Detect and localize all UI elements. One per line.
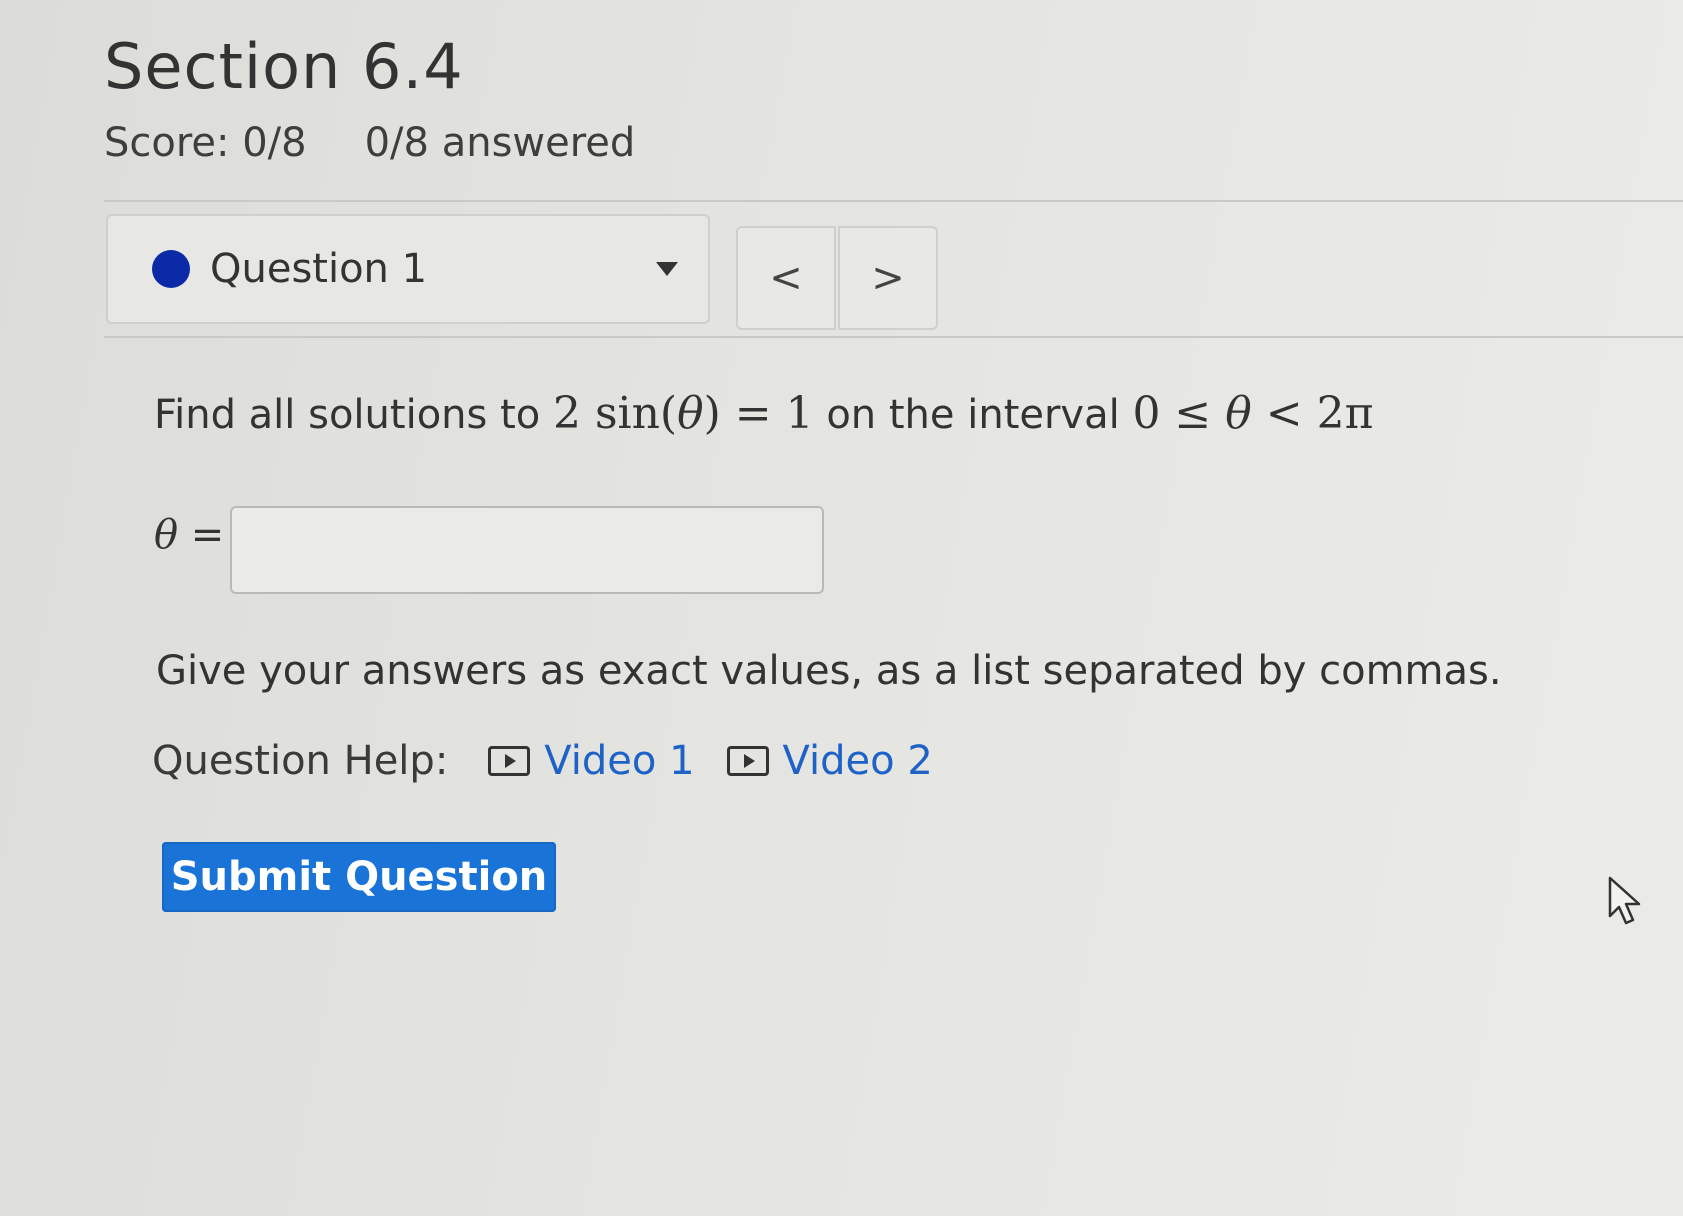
prompt-middle: on the interval (813, 392, 1133, 438)
interval-variable: θ (1225, 388, 1252, 439)
video-1-link[interactable]: Video 1 (488, 738, 695, 784)
interval-left: 0 ≤ (1132, 388, 1226, 439)
question-prompt: Find all solutions to 2 sin(θ) = 1 on th… (154, 388, 1374, 439)
mouse-pointer-icon (1608, 876, 1641, 925)
question-dropdown[interactable]: Question 1 (106, 214, 710, 324)
score-text: Score: 0/8 (104, 120, 307, 166)
question-help-label: Question Help: (152, 738, 449, 784)
question-dropdown-label: Question 1 (210, 246, 428, 292)
answered-count: 0/8 answered (364, 120, 636, 166)
prompt-prefix: Find all solutions to (154, 392, 553, 438)
video-2-link[interactable]: Video 2 (726, 738, 933, 784)
answer-instructions: Give your answers as exact values, as a … (156, 648, 1502, 694)
chevron-right-icon: > (871, 255, 905, 301)
question-status-dot (152, 250, 190, 288)
next-question-button[interactable]: > (838, 226, 938, 330)
equation-coefficient: 2 (552, 388, 581, 439)
equation-rhs: ) = 1 (703, 388, 814, 439)
answer-label-variable: θ (154, 512, 179, 558)
submit-question-button[interactable]: Submit Question (162, 842, 556, 912)
video-1-label: Video 1 (544, 738, 695, 784)
chevron-left-icon: < (769, 255, 803, 301)
divider-bottom (104, 336, 1683, 338)
answer-label: θ = (154, 512, 224, 558)
answer-label-equals: = (178, 512, 225, 558)
page-title: Section 6.4 (104, 30, 464, 103)
video-2-label: Video 2 (782, 738, 933, 784)
interval-right: < 2π (1251, 388, 1374, 439)
divider-top (104, 200, 1683, 202)
previous-question-button[interactable]: < (736, 226, 836, 330)
caret-down-icon (656, 262, 678, 276)
score-line: Score: 0/8 0/8 answered (104, 120, 635, 166)
video-play-icon (726, 746, 769, 776)
equation: 2 sin(θ) = 1 (553, 388, 814, 439)
interval: 0 ≤ θ < 2π (1132, 388, 1373, 439)
question-help: Question Help: Video 1 Video 2 (152, 738, 933, 784)
page: Section 6.4 Score: 0/8 0/8 answered Quest… (0, 0, 1683, 1216)
equation-function: sin( (580, 388, 678, 439)
answer-input[interactable] (230, 506, 824, 594)
equation-variable: θ (677, 388, 704, 439)
video-play-icon (488, 746, 531, 776)
